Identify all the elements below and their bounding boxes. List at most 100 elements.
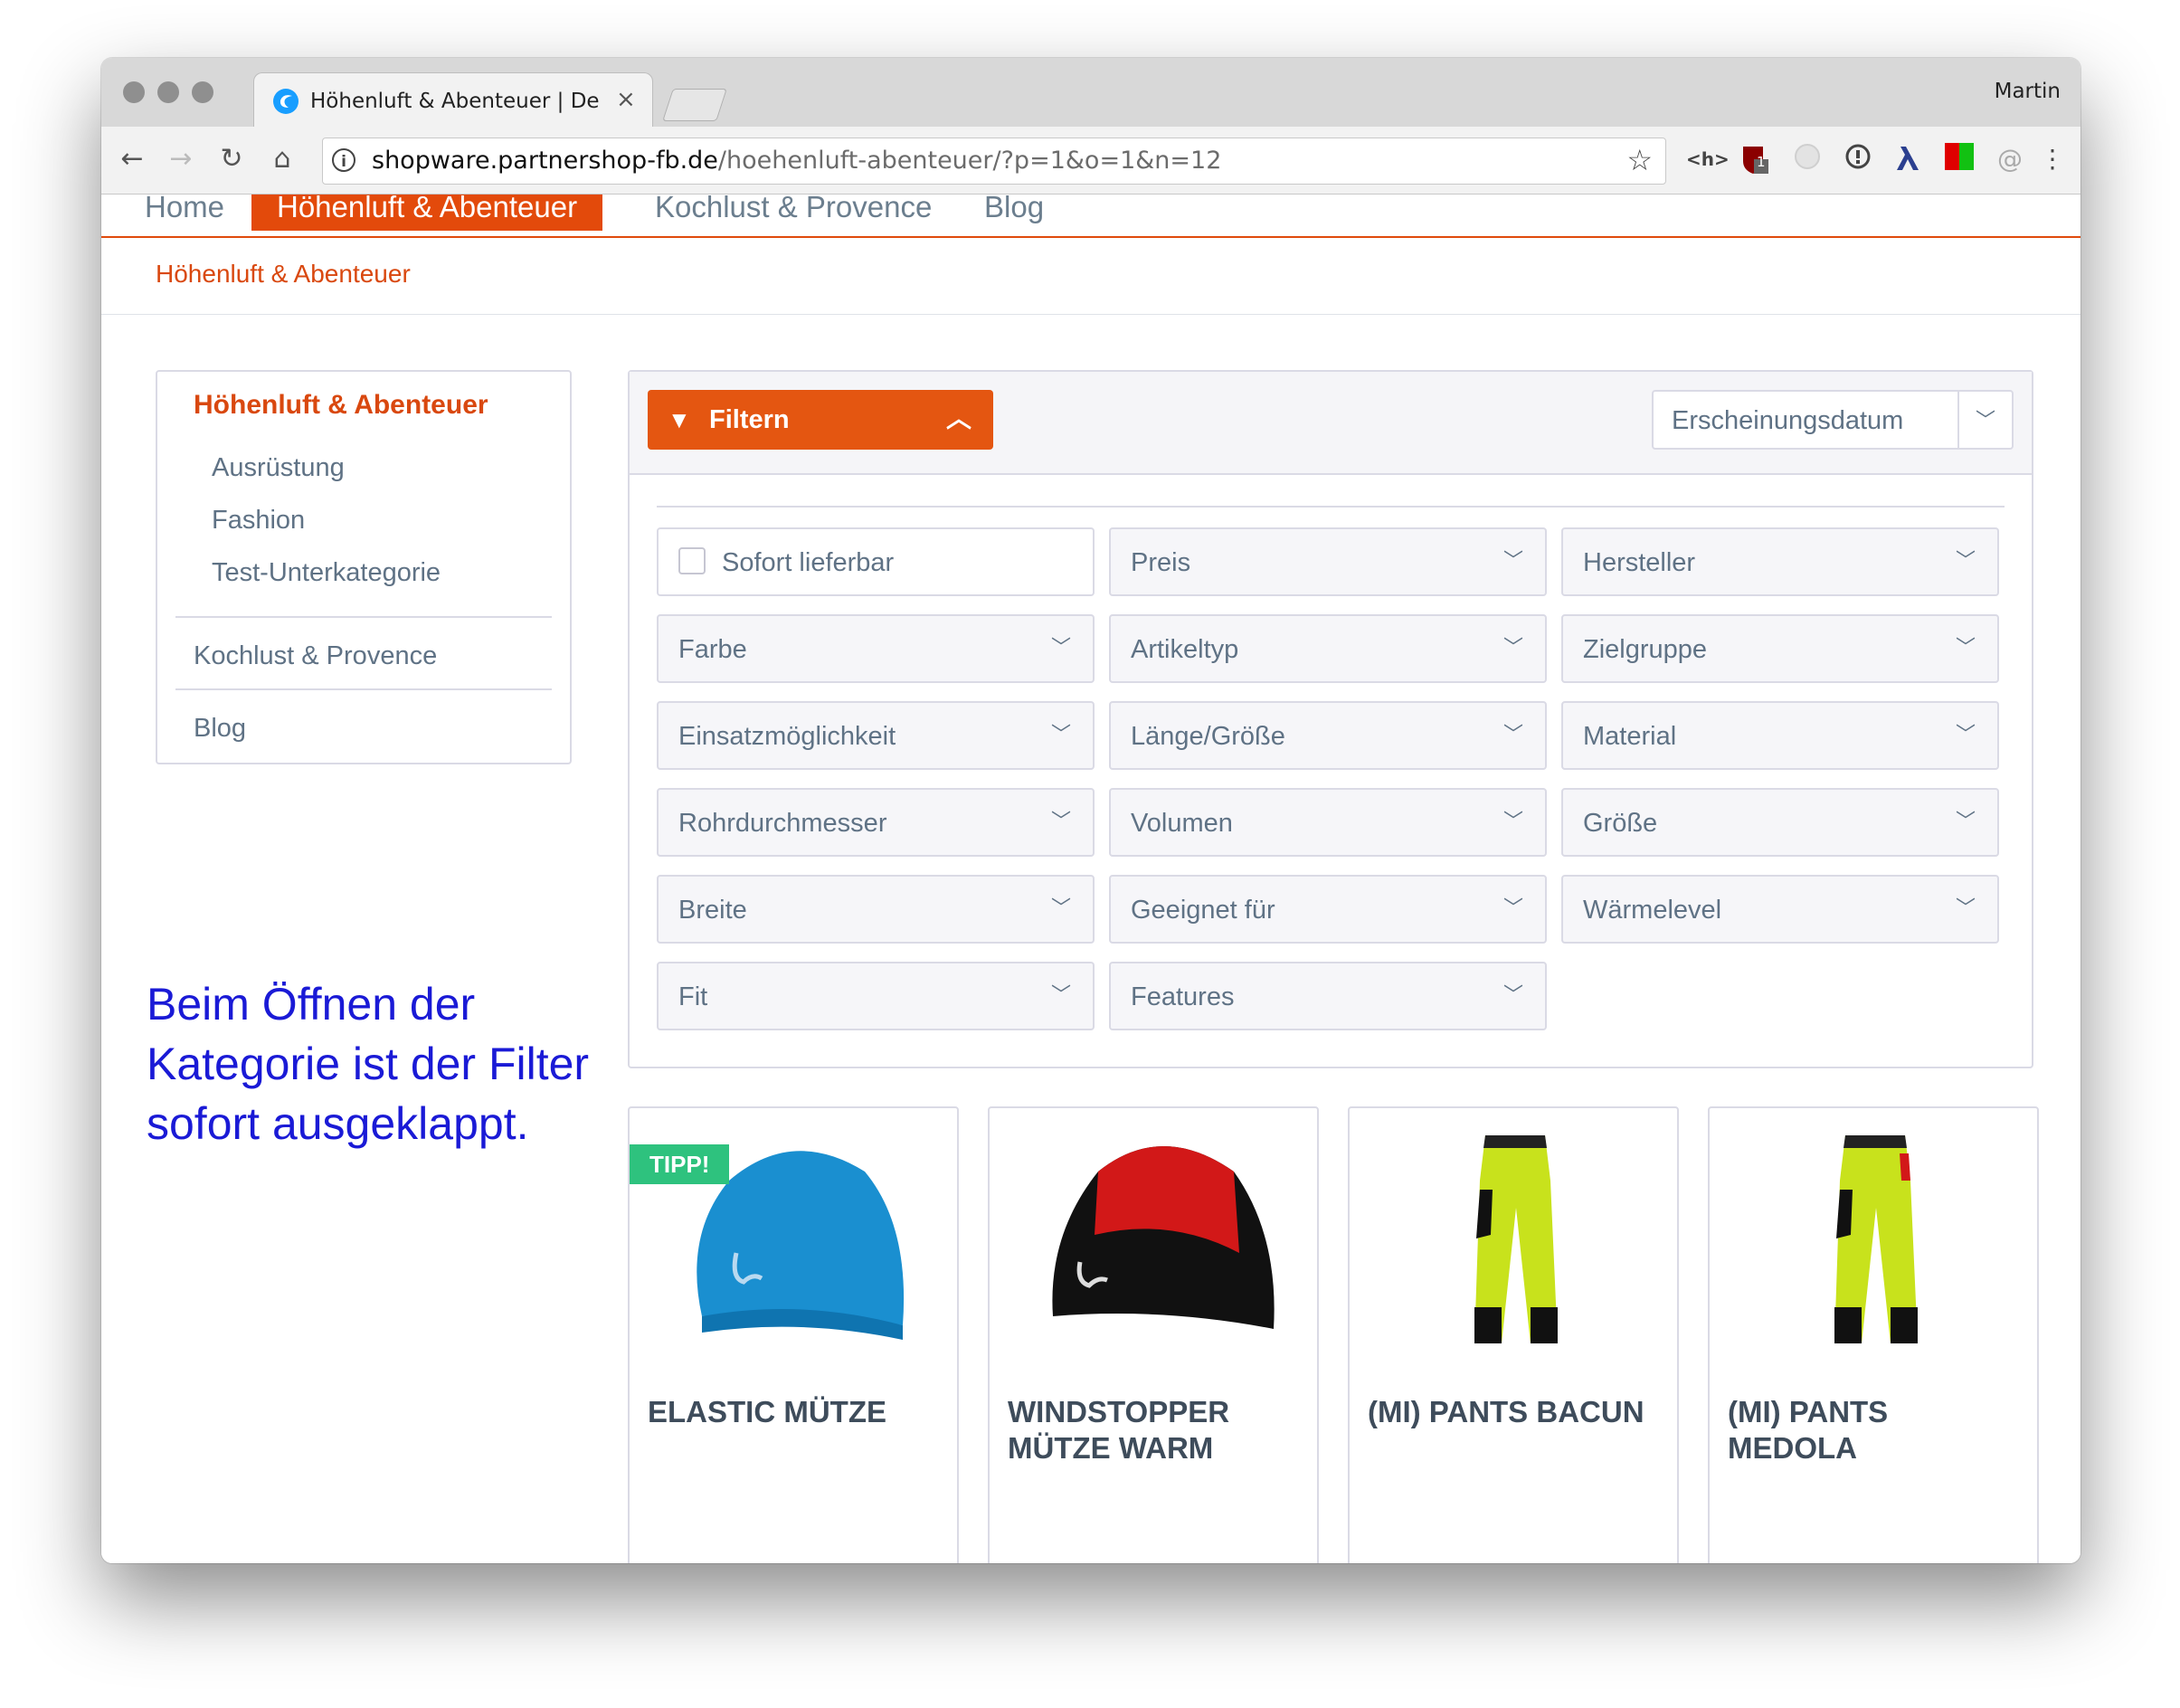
filter-features[interactable]: Features ﹀ <box>1109 962 1547 1030</box>
filter-laenge-groesse[interactable]: Länge/Größe ﹀ <box>1109 701 1547 770</box>
chevron-down-icon: ﹀ <box>1050 983 1071 1006</box>
chevron-down-icon: ﹀ <box>1050 636 1071 659</box>
nav-hoehenluft-abenteuer[interactable]: Höhenluft & Abenteuer <box>251 195 603 231</box>
sidebar-item-test-unterkategorie[interactable]: Test-Unterkategorie <box>212 558 441 588</box>
product-card[interactable]: (MI) Pants Bacun <box>1348 1106 1679 1563</box>
sidebar-item-blog[interactable]: Blog <box>194 714 246 744</box>
funnel-icon: ▼ <box>668 406 691 433</box>
product-name[interactable]: (MI) Pants Medola <box>1728 1394 2023 1466</box>
browser-tab[interactable]: Höhenluft & Abenteuer | Demo × <box>253 72 653 128</box>
chevron-down-icon: ﹀ <box>1502 636 1523 659</box>
chevron-down-icon: ﹀ <box>1050 897 1071 919</box>
tab-close-icon[interactable]: × <box>616 86 636 113</box>
filter-material[interactable]: Material ﹀ <box>1561 701 1999 770</box>
filter-toggle-button[interactable]: ▼ Filtern ︿ <box>648 390 993 450</box>
chevron-down-icon: ﹀ <box>1502 810 1523 832</box>
filter-label: Artikeltyp <box>1131 635 1239 664</box>
address-bar[interactable]: i shopware.partnershop-fb.de/hoehenluft-… <box>322 138 1666 185</box>
title-bar: Höhenluft & Abenteuer | Demo × Martin <box>101 58 2080 128</box>
filter-label: Fit <box>678 982 708 1011</box>
tipp-badge: TIPP! <box>630 1144 730 1184</box>
category-sidebar: Höhenluft & Abenteuer Ausrüstung Fashion… <box>156 370 572 764</box>
new-tab-button[interactable] <box>662 89 727 121</box>
chevron-down-icon: ﹀ <box>1955 810 1976 832</box>
back-arrow-icon[interactable]: ← <box>114 141 150 177</box>
bookmark-star-icon[interactable]: ☆ <box>1626 144 1653 176</box>
filter-label: Größe <box>1583 809 1658 838</box>
ublock-icon[interactable]: 1 <box>1737 143 1773 176</box>
filter-artikeltyp[interactable]: Artikeltyp ﹀ <box>1109 614 1547 683</box>
filter-label: Rohrdurchmesser <box>678 809 887 838</box>
product-image-yellow-pants[interactable] <box>1746 1126 2005 1352</box>
filter-farbe[interactable]: Farbe ﹀ <box>657 614 1095 683</box>
red-green-icon[interactable] <box>1941 143 1977 176</box>
product-image-yellow-pants[interactable] <box>1386 1126 1644 1352</box>
tab-title: Höhenluft & Abenteuer | Demo <box>310 90 600 113</box>
filter-hersteller[interactable]: Hersteller ﹀ <box>1561 527 1999 596</box>
chevron-down-icon: ﹀ <box>1050 810 1071 832</box>
sort-select-separator <box>1957 392 1959 448</box>
lambda-icon[interactable] <box>1891 143 1927 176</box>
filter-zielgruppe[interactable]: Zielgruppe ﹀ <box>1561 614 1999 683</box>
forward-arrow-icon[interactable]: → <box>163 141 199 177</box>
nav-kochlust-provence[interactable]: Kochlust & Provence <box>630 195 957 231</box>
product-card[interactable]: (MI) Pants Medola <box>1708 1106 2039 1563</box>
filter-breite[interactable]: Breite ﹀ <box>657 875 1095 944</box>
filter-rohrdurchmesser[interactable]: Rohrdurchmesser ﹀ <box>657 788 1095 857</box>
filter-button-label: Filtern <box>709 405 790 434</box>
product-card[interactable]: TIPP! Elastic Mütze <box>628 1106 959 1563</box>
filter-label: Hersteller <box>1583 548 1696 577</box>
filter-label: Breite <box>678 896 747 925</box>
maximize-window-button[interactable] <box>192 81 213 103</box>
checkbox[interactable] <box>678 547 706 574</box>
close-window-button[interactable] <box>123 81 145 103</box>
chevron-down-icon: ﹀ <box>1955 549 1976 572</box>
chevron-down-icon: ﹀ <box>1502 549 1523 572</box>
reload-icon[interactable]: ↻ <box>213 141 250 177</box>
filter-volumen[interactable]: Volumen ﹀ <box>1109 788 1547 857</box>
filter-groesse[interactable]: Größe ﹀ <box>1561 788 1999 857</box>
at-icon[interactable]: @ <box>1992 143 2028 176</box>
product-card[interactable]: Windstopper Mütze warm <box>988 1106 1319 1563</box>
filter-einsatzmoeglichkeit[interactable]: Einsatzmöglichkeit ﹀ <box>657 701 1095 770</box>
sort-select[interactable]: Erscheinungsdatum ﹀ <box>1652 390 2014 450</box>
sidebar-item-ausruestung[interactable]: Ausrüstung <box>212 453 345 483</box>
ublock-count: 1 <box>1757 154 1766 170</box>
filter-label: Material <box>1583 722 1677 751</box>
product-name[interactable]: (MI) Pants Bacun <box>1368 1394 1663 1430</box>
product-name[interactable]: Windstopper Mütze warm <box>1008 1394 1303 1466</box>
filter-fit[interactable]: Fit ﹀ <box>657 962 1095 1030</box>
chevron-down-icon: ﹀ <box>1955 723 1976 745</box>
filter-geeignet-fuer[interactable]: Geeignet für ﹀ <box>1109 875 1547 944</box>
filter-label: Sofort lieferbar <box>722 548 895 577</box>
minimize-window-button[interactable] <box>157 81 179 103</box>
grey-circle-icon[interactable] <box>1789 143 1825 176</box>
filter-label: Wärmelevel <box>1583 896 1722 925</box>
product-image-black-red-beanie[interactable] <box>1026 1126 1284 1352</box>
sidebar-heading[interactable]: Höhenluft & Abenteuer <box>194 390 488 421</box>
chevron-up-icon: ︿ <box>945 404 972 432</box>
sidebar-divider <box>175 688 552 690</box>
filter-preis[interactable]: Preis ﹀ <box>1109 527 1547 596</box>
filter-sofort-lieferbar[interactable]: Sofort lieferbar <box>657 527 1095 596</box>
annotation-text: Beim Öffnen der Kategorie ist der Filter… <box>147 979 590 1149</box>
home-icon[interactable]: ⌂ <box>264 141 300 177</box>
main-navigation: Home Höhenluft & Abenteuer Kochlust & Pr… <box>101 195 2080 238</box>
chevron-down-icon: ﹀ <box>1975 409 1995 432</box>
product-name[interactable]: Elastic Mütze <box>648 1394 943 1430</box>
breadcrumb[interactable]: Höhenluft & Abenteuer <box>156 260 411 289</box>
chevron-down-icon: ﹀ <box>1502 723 1523 745</box>
chevron-down-icon: ﹀ <box>1955 897 1976 919</box>
nav-blog[interactable]: Blog <box>959 195 1069 231</box>
info-circle-icon[interactable] <box>1840 143 1876 176</box>
browser-toolbar: ← → ↻ ⌂ i shopware.partnershop-fb.de/hoe… <box>101 127 2080 195</box>
html-extension-icon[interactable]: <h> <box>1686 143 1730 176</box>
filter-waermelevel[interactable]: Wärmelevel ﹀ <box>1561 875 1999 944</box>
sidebar-item-fashion[interactable]: Fashion <box>212 506 305 536</box>
site-info-icon[interactable]: i <box>332 148 355 172</box>
url-text[interactable]: shopware.partnershop-fb.de/hoehenluft-ab… <box>372 147 1221 176</box>
profile-name[interactable]: Martin <box>1995 80 2061 103</box>
menu-dots-icon[interactable]: ⋮ <box>2039 143 2066 176</box>
sidebar-item-kochlust-provence[interactable]: Kochlust & Provence <box>194 641 437 671</box>
nav-home[interactable]: Home <box>119 195 250 231</box>
